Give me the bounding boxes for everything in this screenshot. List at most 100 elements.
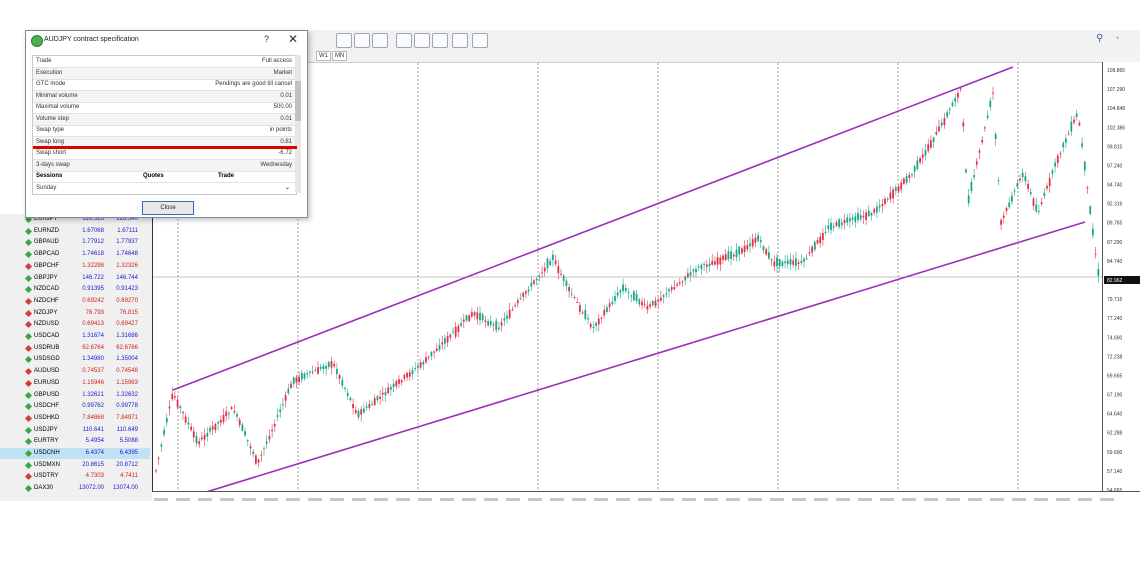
chart-shift-icon[interactable] [396,33,412,48]
tab-mn[interactable]: MN [332,51,348,61]
candle-body [503,318,506,321]
market-watch-row[interactable]: USDCHF 0.99762 0.99778 [0,401,150,412]
price-tick: 62.288 [1107,431,1123,437]
time-tick-label [682,498,696,501]
candle-body [668,289,670,292]
candle-body [705,264,708,267]
templates-icon[interactable] [472,33,488,48]
market-watch-row[interactable]: EURNZD 1.67068 1.67111 [0,226,150,237]
candle-body [376,396,379,401]
autoscroll-icon[interactable] [414,33,430,48]
market-watch-row[interactable]: EURUSD 1.15946 1.15963 [0,378,150,389]
candle-body [525,291,527,294]
candle-body [314,369,317,371]
candle-body [163,429,165,435]
periods-icon[interactable] [452,33,468,48]
time-tick-label [1100,498,1114,501]
candle-body [214,423,217,430]
market-watch-row[interactable]: GBPCHF 1.32298 1.32326 [0,261,150,272]
time-axis [152,491,1140,502]
market-watch-row[interactable]: DAX30 13072.00 13074.00 [0,483,150,494]
market-watch-row[interactable]: NZDCAD 0.91395 0.91423 [0,284,150,295]
scrollbar-thumb[interactable] [295,81,301,121]
market-watch-row[interactable]: USDHKD 7.84868 7.84971 [0,413,150,424]
market-watch-row[interactable]: GBPUSD 1.32621 1.32632 [0,390,150,401]
indicators-icon[interactable] [432,33,448,48]
candle-body [813,241,816,250]
tab-w1[interactable]: W1 [316,51,331,61]
candle-body [757,235,759,241]
candle-body [703,263,705,265]
candle-body [565,280,568,286]
ask-price: 7.84971 [116,414,138,421]
candle-body [881,204,884,206]
market-watch-row[interactable]: GBPAUD 1.77912 1.77937 [0,237,150,248]
candle-body [527,289,530,292]
candle-body [997,180,1000,182]
help-button[interactable]: ? [264,34,269,44]
spec-label: Minimal volume [36,92,78,99]
candle-body [600,317,603,319]
market-watch-row[interactable]: USDSGD 1.34980 1.35004 [0,354,150,365]
candle-body [387,387,390,394]
candle-body [1024,176,1027,182]
time-tick-label [352,498,366,501]
table-scrollbar[interactable] [295,55,301,193]
market-watch-row[interactable]: NZDUSD 0.69413 0.69427 [0,319,150,330]
dialog-titlebar[interactable]: AUDJPY contract specification ? ✕ [26,31,307,50]
time-tick-label [1034,498,1048,501]
candle-body [160,444,163,447]
market-watch-row[interactable]: USDTRY 4.7303 4.7411 [0,471,150,482]
price-axis-canvas: 109.865 107.290 104.848 102.386 99.815 97.240… [1104,68,1140,494]
symbol-icon [24,391,33,399]
candle-body [174,396,176,398]
tile-windows-icon[interactable] [372,33,388,48]
market-watch-row[interactable]: NZDCHF 0.69242 0.69270 [0,296,150,307]
candle-body [816,240,819,244]
chat-icon[interactable]: ◔ [1114,33,1119,43]
market-watch-row[interactable]: GBPCAD 1.74618 1.74648 [0,249,150,260]
price-tick: 82.962 [1107,278,1123,284]
candle-body [784,261,786,264]
zoom-out-icon[interactable] [354,33,370,48]
bid-price: 1.77912 [82,239,104,246]
candle-body [651,301,654,305]
candle-body [857,213,859,221]
candle-body [446,336,449,343]
spec-row: Trade Full access [33,56,296,68]
symbol-icon [24,403,33,411]
candle-body [759,240,762,243]
search-icon[interactable]: ⚲ [1096,33,1103,44]
market-watch-row[interactable]: USDMXN 20.8615 20.8712 [0,460,150,471]
market-watch-row[interactable]: USDCNH 6.4374 6.4395 [0,448,150,459]
candle-body [176,399,179,408]
time-tick-label [484,498,498,501]
bid-price: 0.69413 [82,321,104,328]
candle-body [1019,178,1021,181]
candle-body [519,298,522,300]
candle-body [287,388,290,394]
close-button[interactable]: Close [142,201,194,215]
price-tick: 107.290 [1107,87,1125,93]
candle-body [379,396,381,399]
candle-body [932,137,935,142]
zoom-in-icon[interactable] [336,33,352,48]
candle-body [700,264,703,270]
candle-body [255,455,257,464]
market-watch-row[interactable]: AUDUSD 0.74537 0.74548 [0,366,150,377]
candle-body [938,126,940,132]
candle-body [552,254,554,261]
price-tick: 77.240 [1107,316,1123,322]
candle-body [365,406,368,408]
market-watch-row[interactable]: NZDJPY 76.793 76.815 [0,308,150,319]
market-watch-row[interactable]: EURTRY 5.4954 5.5088 [0,436,150,447]
candle-body [1035,204,1038,212]
market-watch-row[interactable]: USDJPY 110.641 110.649 [0,425,150,436]
market-watch-row[interactable]: GBPJPY 146.722 146.744 [0,273,150,284]
chevron-down-icon[interactable]: ⌄ [285,183,290,194]
market-watch-row[interactable]: USDCAD 1.31674 1.31686 [0,331,150,342]
close-icon[interactable]: ✕ [288,32,298,46]
bid-price: 6.4374 [85,450,104,456]
price-tick: 79.715 [1107,297,1123,303]
market-watch-row[interactable]: USDRUB 62.6764 62.6766 [0,343,150,354]
